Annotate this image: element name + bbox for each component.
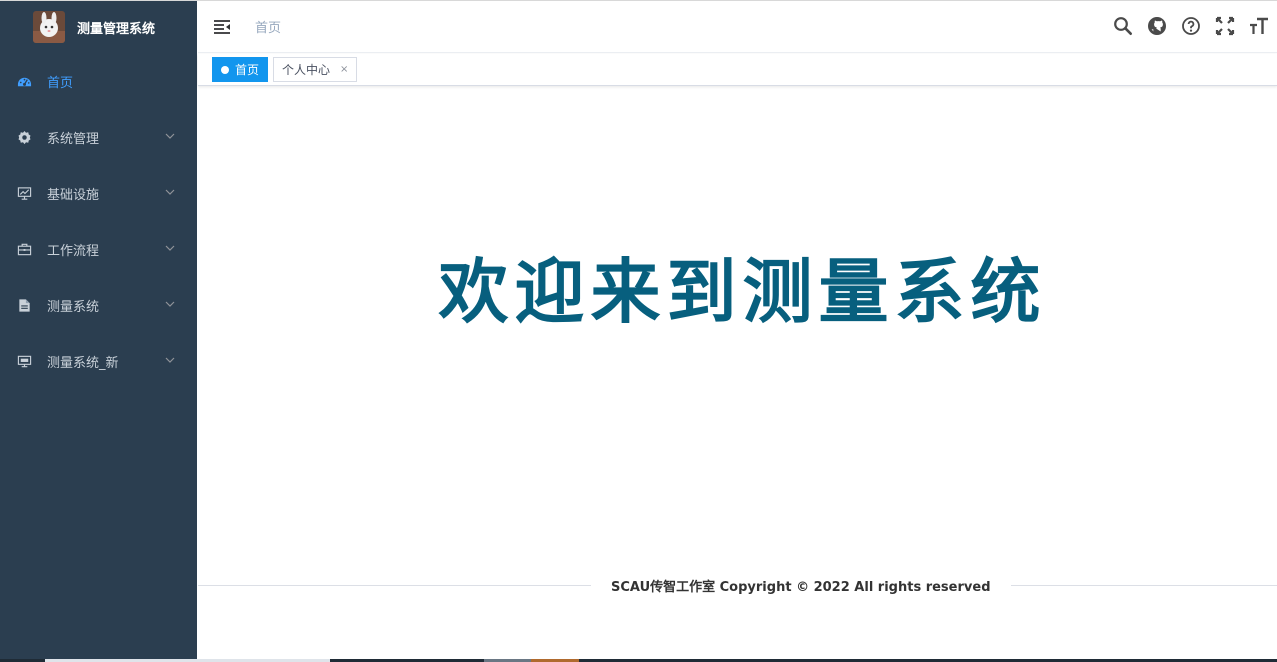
briefcase-icon — [17, 242, 32, 257]
chevron-down-icon — [165, 357, 175, 363]
close-icon[interactable]: × — [340, 64, 348, 75]
copyright-text: SCAU传智工作室 Copyright © 2022 All rights re… — [611, 579, 991, 595]
sidebar-item-label: 工作流程 — [47, 243, 100, 259]
github-icon[interactable] — [1147, 16, 1167, 36]
monitor-chart-icon — [17, 186, 32, 201]
logo-avatar — [33, 11, 65, 43]
tag-profile[interactable]: 个人中心 × — [273, 57, 358, 82]
sidebar-item-label: 测量系统 — [47, 299, 100, 315]
welcome-heading: 欢迎来到测量系统 — [438, 251, 1047, 333]
app-title: 测量管理系统 — [77, 21, 156, 37]
sidebar-item-measurement-system-new[interactable]: 测量系统_新 — [0, 333, 197, 389]
tag-label: 首页 — [235, 63, 260, 77]
footer-divider — [1010, 584, 1277, 586]
sidebar-item-system-management[interactable]: 系统管理 — [0, 109, 197, 165]
footer: SCAU传智工作室 Copyright © 2022 All rights re… — [198, 575, 1277, 595]
tag-label: 个人中心 — [282, 63, 331, 77]
dashboard-icon — [17, 74, 32, 89]
sidebar-item-label: 系统管理 — [47, 131, 100, 147]
chevron-down-icon — [165, 301, 175, 307]
sidebar-item-home[interactable]: 首页 — [0, 53, 197, 109]
tags-view: 首页 个人中心 × — [198, 54, 1277, 86]
tag-home[interactable]: 首页 — [212, 57, 269, 82]
fullscreen-icon[interactable] — [1215, 16, 1235, 36]
help-icon[interactable] — [1181, 16, 1201, 36]
gear-icon — [17, 130, 32, 145]
navbar: 首页 — [198, 1, 1277, 53]
chevron-down-icon — [165, 133, 175, 139]
sidebar-item-workflow[interactable]: 工作流程 — [0, 221, 197, 277]
sidebar-menu: 首页 系统管理 基础设施 工作流程 测量系统 测量系统_新 — [0, 53, 197, 389]
chevron-down-icon — [165, 189, 175, 195]
search-icon[interactable] — [1113, 16, 1133, 36]
sidebar-item-label: 测量系统_新 — [47, 355, 119, 371]
sidebar-item-infrastructure[interactable]: 基础设施 — [0, 165, 197, 221]
sidebar-item-label: 基础设施 — [47, 187, 100, 203]
active-dot-icon — [221, 65, 229, 74]
sidebar: 测量管理系统 首页 系统管理 基础设施 工作流程 测量系统 测量系统_新 — [0, 1, 197, 662]
document-icon — [17, 298, 32, 313]
sidebar-logo[interactable]: 测量管理系统 — [0, 1, 197, 53]
chevron-down-icon — [165, 245, 175, 251]
sidebar-item-label: 首页 — [47, 75, 74, 91]
hamburger-icon[interactable] — [213, 19, 231, 35]
app-window: 测量管理系统 首页 系统管理 基础设施 工作流程 测量系统 测量系统_新 首页 … — [0, 0, 1277, 662]
footer-divider — [198, 584, 591, 586]
sidebar-item-measurement-system[interactable]: 测量系统 — [0, 277, 197, 333]
breadcrumb: 首页 — [255, 21, 282, 36]
font-size-icon[interactable] — [1249, 16, 1269, 36]
display-icon — [17, 354, 32, 369]
header-tools — [1099, 16, 1269, 36]
